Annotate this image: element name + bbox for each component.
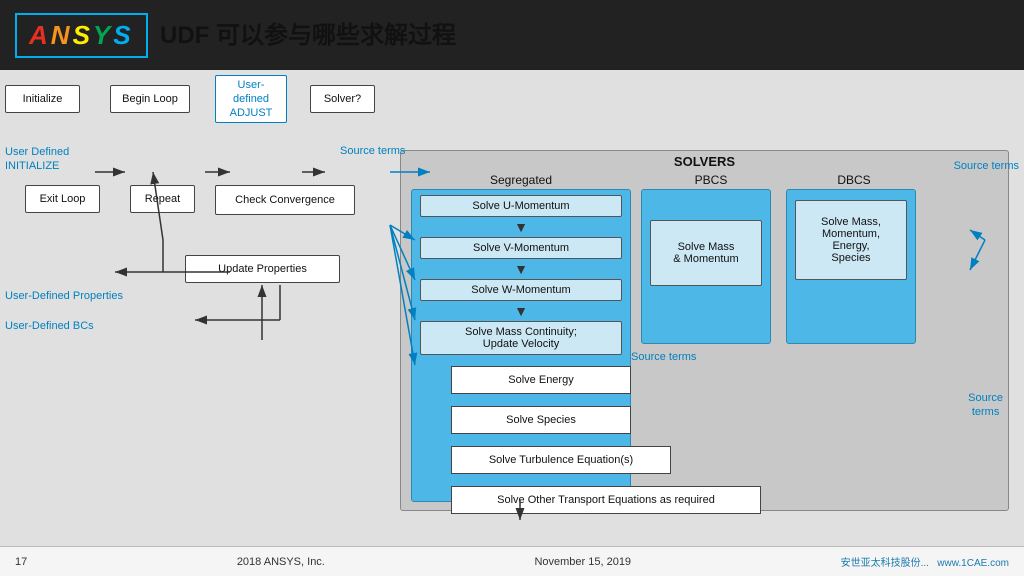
check-convergence-box: Check Convergence <box>215 185 355 215</box>
watermark: 安世亚太科技股份... www.1CAE.com <box>841 554 1009 569</box>
date-label: November 15, 2019 <box>534 556 631 568</box>
update-properties-box: Update Properties <box>185 255 340 283</box>
header-strip: ANSYS <box>0 0 1024 70</box>
solve-species-box: Solve Species <box>451 406 631 434</box>
user-defined-bcs-label: User-Defined BCs <box>5 320 94 332</box>
ansys-logo: ANSYS <box>15 13 148 58</box>
solve-other-box: Solve Other Transport Equations as requi… <box>451 486 761 514</box>
arrow-down-2: ▼ <box>412 264 630 274</box>
company-label: 2018 ANSYS, Inc. <box>237 556 325 568</box>
pbcs-col: Solve Mass& Momentum <box>641 189 771 344</box>
repeat-box: Repeat <box>130 185 195 213</box>
page-number: 17 <box>15 556 27 568</box>
solvers-label: SOLVERS <box>401 151 1008 172</box>
segregated-header: Segregated <box>411 173 631 187</box>
solvers-box: SOLVERS Segregated PBCS DBCS Solve U-Mom… <box>400 150 1009 511</box>
bottom-bar: 17 2018 ANSYS, Inc. November 15, 2019 安世… <box>0 546 1024 576</box>
solve-mass-momentum: Solve Mass& Momentum <box>650 220 762 286</box>
pbcs-header: PBCS <box>646 173 776 187</box>
initialize-box: Initialize <box>5 85 80 113</box>
dbcs-header: DBCS <box>789 173 919 187</box>
solve-v-momentum: Solve V-Momentum <box>420 237 622 259</box>
dbcs-col: Solve Mass,Momentum,Energy,Species <box>786 189 916 344</box>
exit-loop-box: Exit Loop <box>25 185 100 213</box>
user-defined-properties-label: User-Defined Properties <box>5 290 123 302</box>
solve-energy-box: Solve Energy <box>451 366 631 394</box>
solve-mass-momentum-energy: Solve Mass,Momentum,Energy,Species <box>795 200 907 280</box>
source-terms-inner: Source terms <box>631 351 696 363</box>
source-terms-right-1: Sourceterms <box>968 391 1003 419</box>
solve-u-momentum: Solve U-Momentum <box>420 195 622 217</box>
begin-loop-box: Begin Loop <box>110 85 190 113</box>
user-defined-initialize-label: User DefinedINITIALIZE <box>5 145 69 173</box>
user-defined-adjust-box: User-definedADJUST <box>215 75 287 123</box>
main-content: ANSYS UDF 可以参与哪些求解过程 SOLVERS Segregated … <box>0 0 1024 576</box>
page-title: UDF 可以参与哪些求解过程 <box>160 15 456 50</box>
arrow-down-3: ▼ <box>412 306 630 316</box>
solve-w-momentum: Solve W-Momentum <box>420 279 622 301</box>
source-terms-left-label: Source terms <box>340 145 405 157</box>
content-area: SOLVERS Segregated PBCS DBCS Solve U-Mom… <box>0 70 1024 546</box>
solve-turbulence-box: Solve Turbulence Equation(s) <box>451 446 671 474</box>
arrow-down-1: ▼ <box>412 222 630 232</box>
source-terms-dbcs-label: Source terms <box>954 160 1019 172</box>
solver-box: Solver? <box>310 85 375 113</box>
solve-mass-continuity: Solve Mass Continuity;Update Velocity <box>420 321 622 355</box>
